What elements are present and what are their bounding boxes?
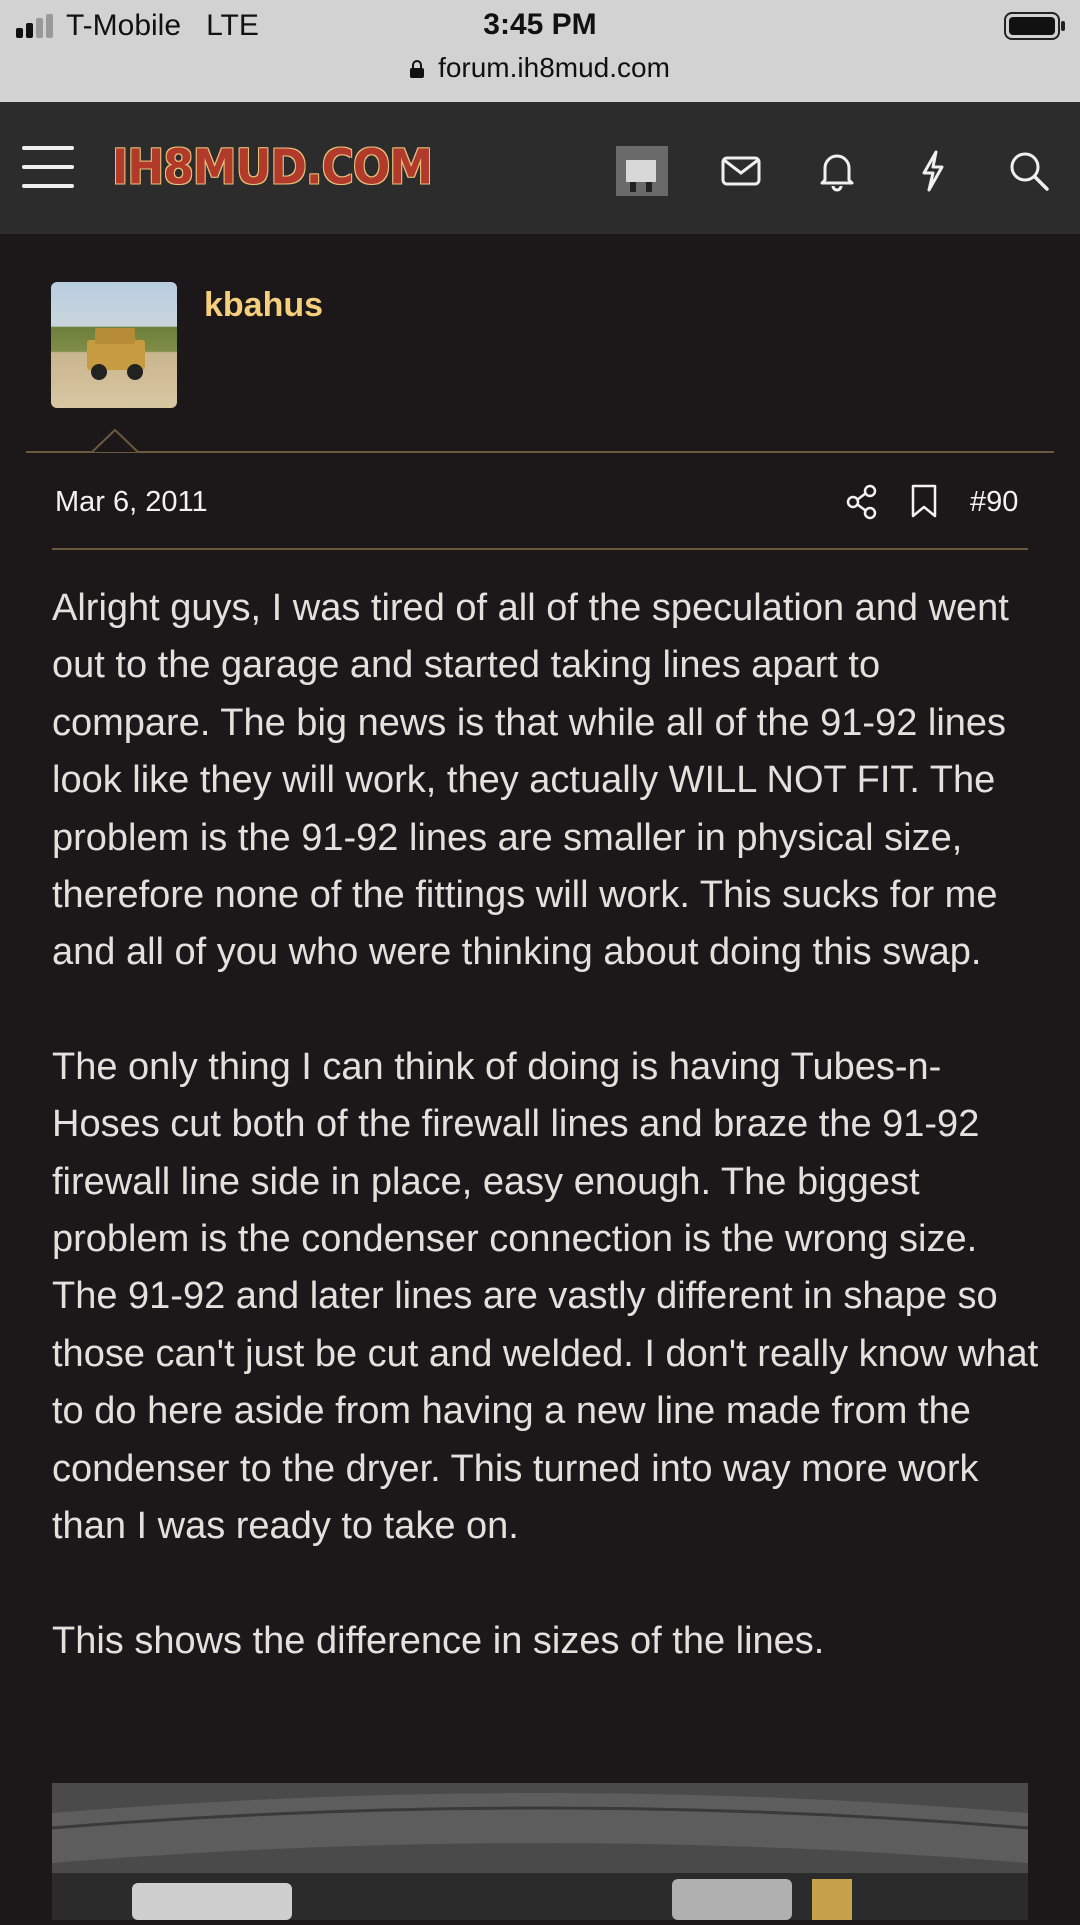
bell-icon[interactable] [814, 148, 860, 194]
url-text: forum.ih8mud.com [438, 52, 670, 83]
bookmark-icon[interactable] [910, 484, 938, 518]
poster-username[interactable]: kbahus [204, 286, 323, 325]
battery-icon [1004, 12, 1065, 40]
post-paragraph: This shows the difference in sizes of th… [52, 1619, 825, 1662]
pointer-arrow [92, 429, 138, 453]
site-logo[interactable]: IH8MUD.COM [112, 139, 433, 195]
user-avatar[interactable] [616, 146, 668, 196]
hose-photo [51, 1783, 1029, 1920]
post-attachment-image[interactable] [51, 1783, 1029, 1920]
lock-icon [410, 60, 425, 78]
share-icon[interactable] [846, 484, 878, 520]
header-divider [26, 429, 1054, 453]
mail-icon[interactable] [718, 148, 764, 194]
search-icon[interactable] [1006, 148, 1052, 194]
lightning-icon[interactable] [910, 148, 956, 194]
post-number-link[interactable]: #90 [970, 486, 1018, 519]
poster-avatar[interactable] [51, 282, 177, 408]
site-header: IH8MUD.COM [0, 102, 1080, 234]
truck-image [87, 328, 145, 380]
post-body: Alright guys, I was tired of all of the … [52, 580, 1042, 1727]
clock: 3:45 PM [483, 8, 597, 41]
menu-icon[interactable] [22, 146, 74, 188]
avatar-image [616, 146, 668, 196]
post-date[interactable]: Mar 6, 2011 [55, 486, 208, 519]
post-paragraph: The only thing I can think of doing is h… [52, 1045, 1039, 1548]
url-bar[interactable]: forum.ih8mud.com [0, 52, 1080, 84]
status-bar: T-Mobile LTE 3:45 PM forum.ih8mud.com [0, 0, 1080, 102]
post-paragraph: Alright guys, I was tired of all of the … [52, 587, 1009, 974]
post-divider [52, 548, 1028, 550]
